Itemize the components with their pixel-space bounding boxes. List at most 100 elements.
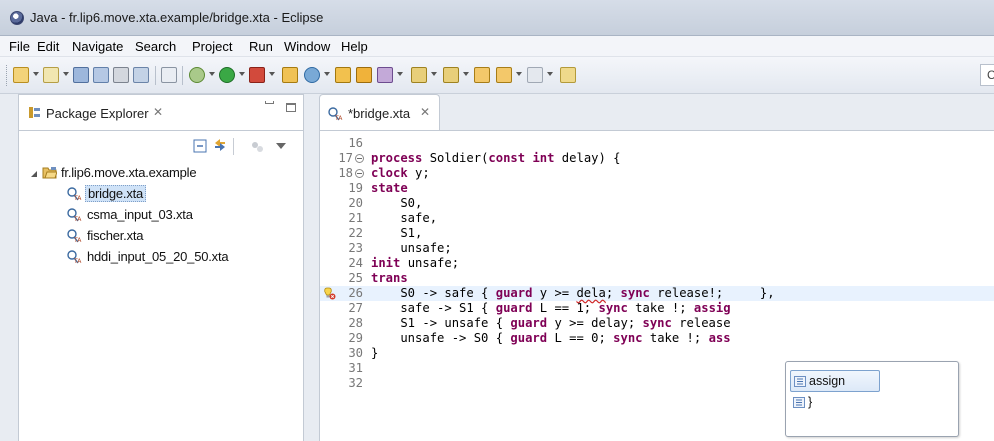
tree-project-row[interactable]: fr.lip6.move.xta.example	[19, 163, 305, 183]
code-line[interactable]: 20 S0,	[320, 196, 994, 211]
code-line[interactable]: 27 safe -> S1 { guard L == 1; sync take …	[320, 301, 994, 316]
menu-help[interactable]: Help	[341, 39, 368, 54]
open-task-icon[interactable]	[356, 67, 372, 83]
project-name: fr.lip6.move.xta.example	[61, 165, 197, 180]
next-annotation-caret[interactable]	[431, 72, 437, 76]
maximize-view-button[interactable]	[286, 103, 296, 112]
previous-annotation-caret[interactable]	[463, 72, 469, 76]
last-edit-location-icon[interactable]	[474, 67, 490, 83]
error-quickfix-icon[interactable]	[323, 287, 336, 300]
line-number: 20	[348, 196, 363, 210]
editor-tab-bridge[interactable]: TA *bridge.xta ✕	[319, 94, 440, 131]
editor-tab-close-button[interactable]: ✕	[420, 105, 430, 119]
line-number: 30	[348, 346, 363, 360]
package-explorer-close-button[interactable]: ✕	[153, 105, 163, 119]
code-text: unsafe -> S0 { guard L == 0; sync take !…	[371, 331, 730, 346]
proposal-icon	[794, 376, 806, 387]
assist-proposal-assign[interactable]: assign	[790, 370, 880, 392]
code-text: init unsafe;	[371, 256, 459, 271]
line-number: 28	[348, 316, 363, 330]
new-java-package-icon[interactable]	[282, 67, 298, 83]
code-line[interactable]: 25 trans	[320, 271, 994, 286]
focus-task-icon[interactable]	[250, 140, 264, 154]
code-text: safe,	[371, 211, 437, 226]
debug-dropdown-caret[interactable]	[209, 72, 215, 76]
code-line[interactable]: 26 S0 -> safe { guard y >= dela; sync re…	[320, 286, 994, 301]
code-line[interactable]: 24 init unsafe;	[320, 256, 994, 271]
code-line[interactable]: 19 state	[320, 181, 994, 196]
content-assist-popup[interactable]: assign }	[785, 361, 959, 437]
code-text: S0 -> safe { guard y >= dela; sync relea…	[371, 286, 774, 301]
code-text: safe -> S1 { guard L == 1; sync take !; …	[371, 301, 730, 316]
external-tools-icon[interactable]	[249, 67, 265, 83]
menu-file[interactable]: File	[9, 39, 30, 54]
code-token: S1,	[371, 226, 423, 240]
run-dropdown-caret[interactable]	[239, 72, 245, 76]
fold-toggle-icon[interactable]	[355, 154, 364, 163]
window-title: Java - fr.lip6.move.xta.example/bridge.x…	[30, 10, 324, 25]
code-line[interactable]: 29 unsafe -> S0 { guard L == 0; sync tak…	[320, 331, 994, 346]
toolbar-grip[interactable]	[6, 65, 9, 86]
debug-icon[interactable]	[189, 67, 205, 83]
search-dropdown-caret[interactable]	[397, 72, 403, 76]
view-menu-icon[interactable]	[276, 143, 286, 149]
main-toolbar: C	[0, 57, 994, 94]
line-number: 18	[338, 166, 353, 180]
tree-file-row[interactable]: TA fischer.xta	[19, 226, 305, 246]
previous-annotation-icon[interactable]	[443, 67, 459, 83]
code-line[interactable]: 16	[320, 136, 994, 151]
tree-file-row[interactable]: TA bridge.xta	[19, 184, 305, 204]
new-java-class-icon[interactable]	[304, 67, 320, 83]
code-line[interactable]: 22 S1,	[320, 226, 994, 241]
next-annotation-icon[interactable]	[411, 67, 427, 83]
menu-navigate[interactable]: Navigate	[72, 39, 123, 54]
menu-search[interactable]: Search	[135, 39, 176, 54]
package-explorer-tab[interactable]: Package Explorer ✕	[18, 94, 304, 131]
menu-project[interactable]: Project	[192, 39, 232, 54]
assist-proposal-close-brace[interactable]: }	[790, 392, 880, 414]
line-number: 23	[348, 241, 363, 255]
code-line[interactable]: 21 safe,	[320, 211, 994, 226]
pin-editor-icon[interactable]	[560, 67, 576, 83]
code-line[interactable]: 28 S1 -> unsafe { guard y >= delay; sync…	[320, 316, 994, 331]
open-console-icon[interactable]	[133, 67, 149, 83]
link-with-editor-icon[interactable]	[213, 138, 227, 152]
menu-edit[interactable]: Edit	[37, 39, 59, 54]
quick-access-field[interactable]: C	[980, 64, 994, 86]
back-icon[interactable]	[496, 67, 512, 83]
new-dropdown-caret[interactable]	[33, 72, 39, 76]
code-line[interactable]: 18 clock y;	[320, 166, 994, 181]
toggle-mark-icon[interactable]	[161, 67, 177, 83]
code-text: clock y;	[371, 166, 430, 181]
fold-toggle-icon[interactable]	[355, 169, 364, 178]
code-line[interactable]: 23 unsafe;	[320, 241, 994, 256]
tree-file-row[interactable]: TA hddi_input_05_20_50.xta	[19, 247, 305, 267]
save-all-icon[interactable]	[93, 67, 109, 83]
minimize-view-button[interactable]	[265, 101, 274, 104]
new-file-icon[interactable]	[43, 67, 59, 83]
new-class-dropdown-caret[interactable]	[324, 72, 330, 76]
toolbar-separator	[233, 138, 234, 155]
keyword-token: guard	[510, 331, 548, 345]
collapse-all-icon[interactable]	[193, 139, 207, 153]
forward-dropdown-caret[interactable]	[547, 72, 553, 76]
tree-file-row[interactable]: TA csma_input_03.xta	[19, 205, 305, 225]
menu-run[interactable]: Run	[249, 39, 273, 54]
code-token: Soldier(	[422, 151, 489, 165]
external-tools-dropdown-caret[interactable]	[269, 72, 275, 76]
code-token: y >= delay;	[547, 316, 643, 330]
forward-icon[interactable]	[527, 67, 543, 83]
run-icon[interactable]	[219, 67, 235, 83]
code-line[interactable]: 30}	[320, 346, 994, 361]
back-dropdown-caret[interactable]	[516, 72, 522, 76]
save-icon[interactable]	[73, 67, 89, 83]
line-number: 17	[338, 151, 353, 165]
print-icon[interactable]	[113, 67, 129, 83]
code-line[interactable]: 17 process Soldier(const int delay) {	[320, 151, 994, 166]
search-icon[interactable]	[377, 67, 393, 83]
expanded-twisty-icon[interactable]	[31, 171, 37, 177]
new-wizard-icon[interactable]	[13, 67, 29, 83]
open-type-icon[interactable]	[335, 67, 351, 83]
new-file-dropdown-caret[interactable]	[63, 72, 69, 76]
menu-window[interactable]: Window	[284, 39, 330, 54]
